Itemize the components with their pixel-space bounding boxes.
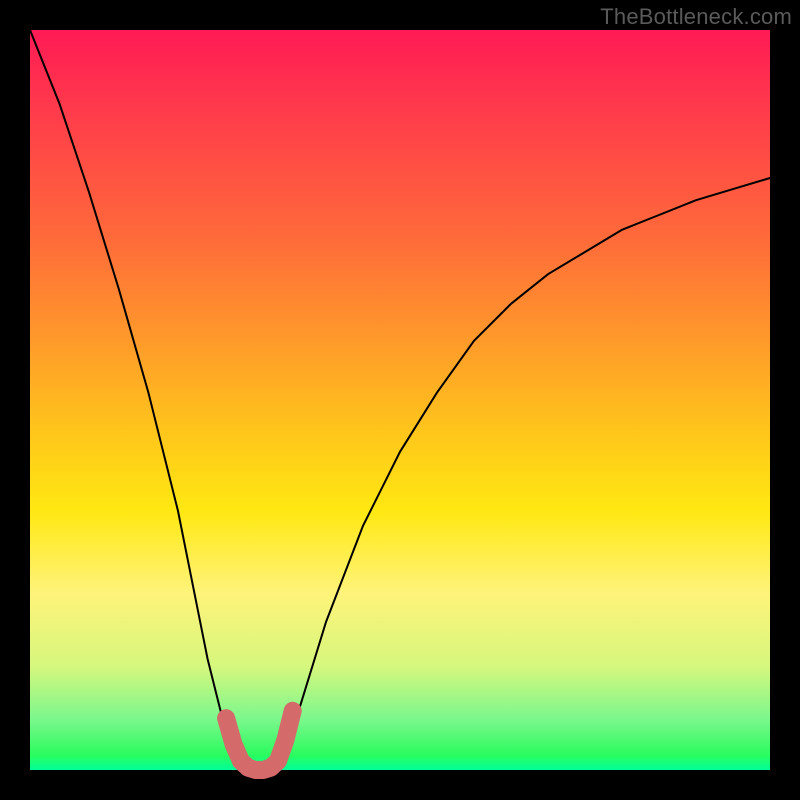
trough-highlight-path	[226, 711, 293, 770]
chart-frame: TheBottleneck.com	[0, 0, 800, 800]
bottleneck-curve-path	[30, 30, 770, 770]
curve-svg	[30, 30, 770, 770]
plot-area	[30, 30, 770, 770]
watermark-label: TheBottleneck.com	[600, 4, 792, 30]
